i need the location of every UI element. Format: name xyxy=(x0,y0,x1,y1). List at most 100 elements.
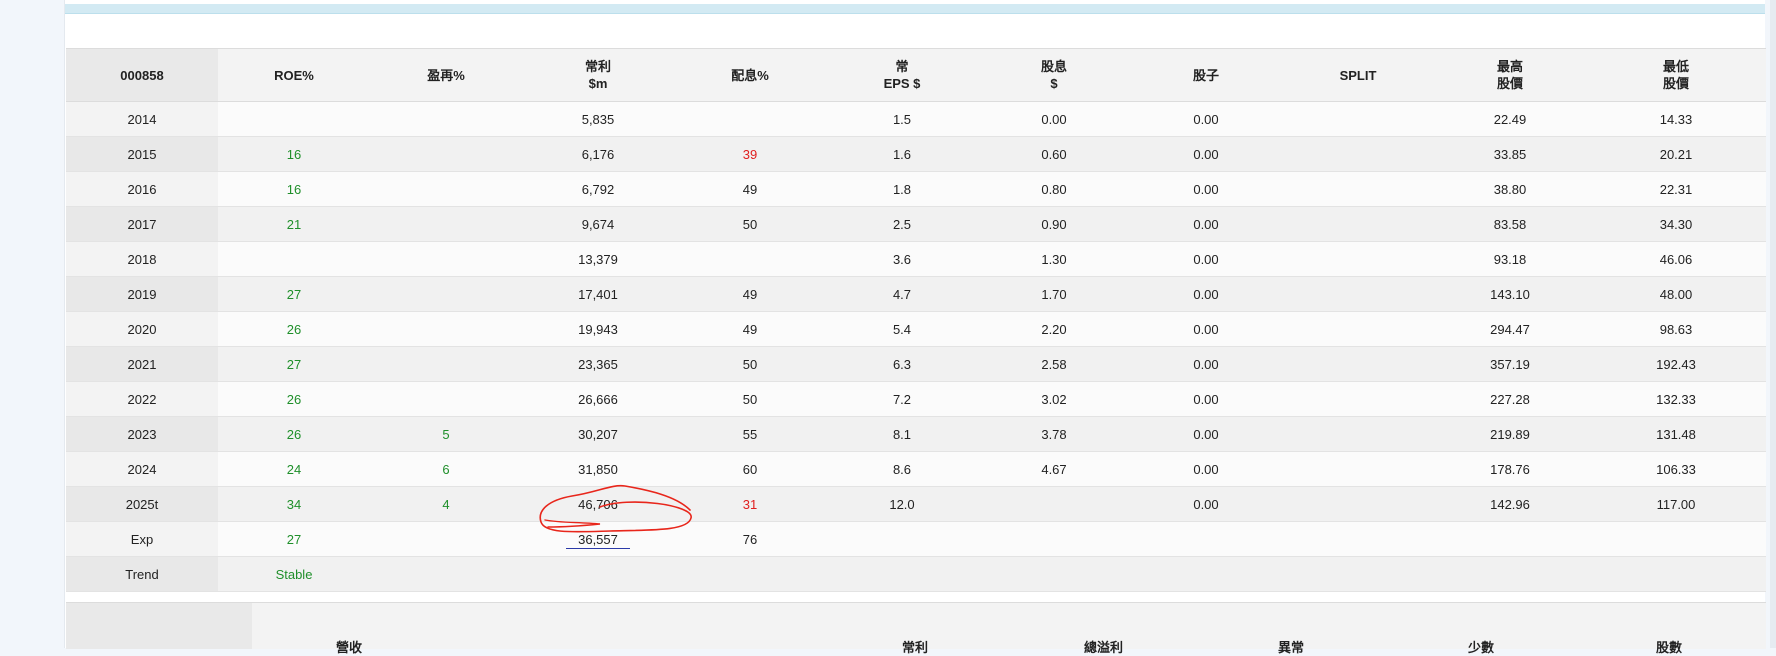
lower-header-total-profit: 總溢利 xyxy=(1084,640,1124,655)
col-high-price-cell: 178.76 xyxy=(1434,451,1586,487)
col-payout-cell: 49 xyxy=(674,276,826,312)
cell-value: 8.1 xyxy=(892,426,912,442)
cell-value: 83.58 xyxy=(1493,216,1527,232)
cell-value: 2.58 xyxy=(1041,356,1067,372)
cell-value: 3.6 xyxy=(892,251,912,267)
col-high-price-cell: 83.58 xyxy=(1434,206,1586,242)
col-low-price-cell: 46.06 xyxy=(1586,241,1766,277)
financial-history-table: 000858 ROE% 盈再% 常利 $m 配息% 常 EPS $ 股息 $ 股子 SPLIT 最高 股價… xyxy=(66,48,1766,592)
col-bonus-shares-cell: 0.00 xyxy=(1130,381,1282,417)
col-reinvest-cell xyxy=(370,311,522,347)
col-payout-cell: 31 xyxy=(674,486,826,522)
col-low-price-cell: 117.00 xyxy=(1586,486,1766,522)
col-dividend-cell xyxy=(978,521,1130,557)
col-dividend-cell: 0.60 xyxy=(978,136,1130,172)
table-row: 2023 26 5 30,207 55 8.1 3.78 0.00 219.89 131.48 xyxy=(66,416,1766,452)
col-recurring-profit-cell xyxy=(522,556,674,592)
col-roe-cell: 34 xyxy=(218,486,370,522)
cell-value: 357.19 xyxy=(1490,356,1530,372)
col-dividend-cell xyxy=(978,486,1130,522)
col-reinvest-header: 盈再% xyxy=(370,48,522,102)
cell-value: 0.00 xyxy=(1193,356,1219,372)
cell-value: 16 xyxy=(286,146,302,162)
cell-value: 20.21 xyxy=(1659,146,1693,162)
cell-value: 1.30 xyxy=(1041,251,1067,267)
col-eps-cell: 12.0 xyxy=(826,486,978,522)
row-year-cell: 2018 xyxy=(66,241,218,277)
col-roe-cell: 27 xyxy=(218,276,370,312)
col-eps-cell: 5.4 xyxy=(826,311,978,347)
cell-value: 0.80 xyxy=(1041,181,1067,197)
col-high-price-cell: 219.89 xyxy=(1434,416,1586,452)
col-high-price-cell: 294.47 xyxy=(1434,311,1586,347)
header-line-1: 盈再% xyxy=(427,67,465,83)
table-row: 2019 27 17,401 49 4.7 1.70 0.00 143.10 48.00 xyxy=(66,276,1766,312)
cell-value: 49 xyxy=(742,321,758,337)
header-line-1: ROE% xyxy=(274,67,314,83)
col-recurring-profit-cell: 26,666 xyxy=(522,381,674,417)
col-payout-cell xyxy=(674,241,826,277)
col-roe-cell xyxy=(218,101,370,137)
cell-value: 14.33 xyxy=(1659,111,1693,127)
col-high-price-cell: 38.80 xyxy=(1434,171,1586,207)
table-row: 2022 26 26,666 50 7.2 3.02 0.00 227.28 132.33 xyxy=(66,381,1766,417)
header-line-1: 股息 xyxy=(1040,59,1067,74)
cell-value: 3.02 xyxy=(1041,391,1067,407)
cell-value: 2.20 xyxy=(1041,321,1067,337)
cell-value[interactable]: 36,557 xyxy=(566,531,630,549)
cell-value: 5 xyxy=(442,426,450,442)
cell-value: 0.00 xyxy=(1193,426,1219,442)
table-row: 2021 27 23,365 50 6.3 2.58 0.00 357.19 192.43 xyxy=(66,346,1766,382)
col-split-cell xyxy=(1282,206,1434,242)
table-row: 2025t 34 4 46,706 31 12.0 0.00 142.96 117.00 xyxy=(66,486,1766,522)
cell-value: 143.10 xyxy=(1490,286,1530,302)
table-row: 2015 16 6,176 39 1.6 0.60 0.00 33.85 20.21 xyxy=(66,136,1766,172)
cell-value: 31,850 xyxy=(578,461,618,477)
col-recurring-profit-header: 常利 $m xyxy=(522,48,674,102)
col-payout-cell: 50 xyxy=(674,206,826,242)
cell-value: 98.63 xyxy=(1659,321,1693,337)
col-payout-cell: 49 xyxy=(674,311,826,347)
col-dividend-cell: 0.90 xyxy=(978,206,1130,242)
row-year-cell: 2017 xyxy=(66,206,218,242)
cell-value: 30,207 xyxy=(578,426,618,442)
table-row: 2018 13,379 3.6 1.30 0.00 93.18 46.06 xyxy=(66,241,1766,277)
header-line-1: 000858 xyxy=(120,67,164,83)
cell-value: 2022 xyxy=(127,391,157,407)
col-split-cell xyxy=(1282,101,1434,137)
col-roe-cell: 26 xyxy=(218,416,370,452)
row-year-cell: Trend xyxy=(66,556,218,592)
cell-value: 34 xyxy=(286,496,302,512)
cell-value: 6,792 xyxy=(581,181,615,197)
col-reinvest-cell: 4 xyxy=(370,486,522,522)
col-split-cell xyxy=(1282,521,1434,557)
col-low-price-cell: 192.43 xyxy=(1586,346,1766,382)
col-low-price-cell: 106.33 xyxy=(1586,451,1766,487)
cell-value: 4 xyxy=(442,496,450,512)
col-eps-cell: 1.5 xyxy=(826,101,978,137)
row-year-cell: 2023 xyxy=(66,416,218,452)
cell-value: 0.60 xyxy=(1041,146,1067,162)
header-line-2: $m xyxy=(588,76,608,91)
cell-value: 31 xyxy=(742,496,758,512)
col-low-price-cell: 20.21 xyxy=(1586,136,1766,172)
col-recurring-profit-cell: 36,557 xyxy=(522,521,674,557)
col-split-cell xyxy=(1282,416,1434,452)
col-recurring-profit-cell: 23,365 xyxy=(522,346,674,382)
cell-value: 19,943 xyxy=(578,321,618,337)
col-bonus-shares-cell: 0.00 xyxy=(1130,346,1282,382)
cell-value: 227.28 xyxy=(1490,391,1530,407)
col-dividend-cell: 0.80 xyxy=(978,171,1130,207)
cell-value: 294.47 xyxy=(1490,321,1530,337)
col-reinvest-cell xyxy=(370,276,522,312)
cell-value: 21 xyxy=(286,216,302,232)
col-payout-cell: 39 xyxy=(674,136,826,172)
window-scrollbar[interactable] xyxy=(1770,0,1776,648)
cell-value: 2017 xyxy=(127,216,157,232)
cell-value: 6,176 xyxy=(581,146,615,162)
col-split-cell xyxy=(1282,276,1434,312)
cell-value: 0.00 xyxy=(1193,286,1219,302)
cell-value: 106.33 xyxy=(1656,461,1696,477)
col-eps-cell: 3.6 xyxy=(826,241,978,277)
col-eps-header: 常 EPS $ xyxy=(826,48,978,102)
